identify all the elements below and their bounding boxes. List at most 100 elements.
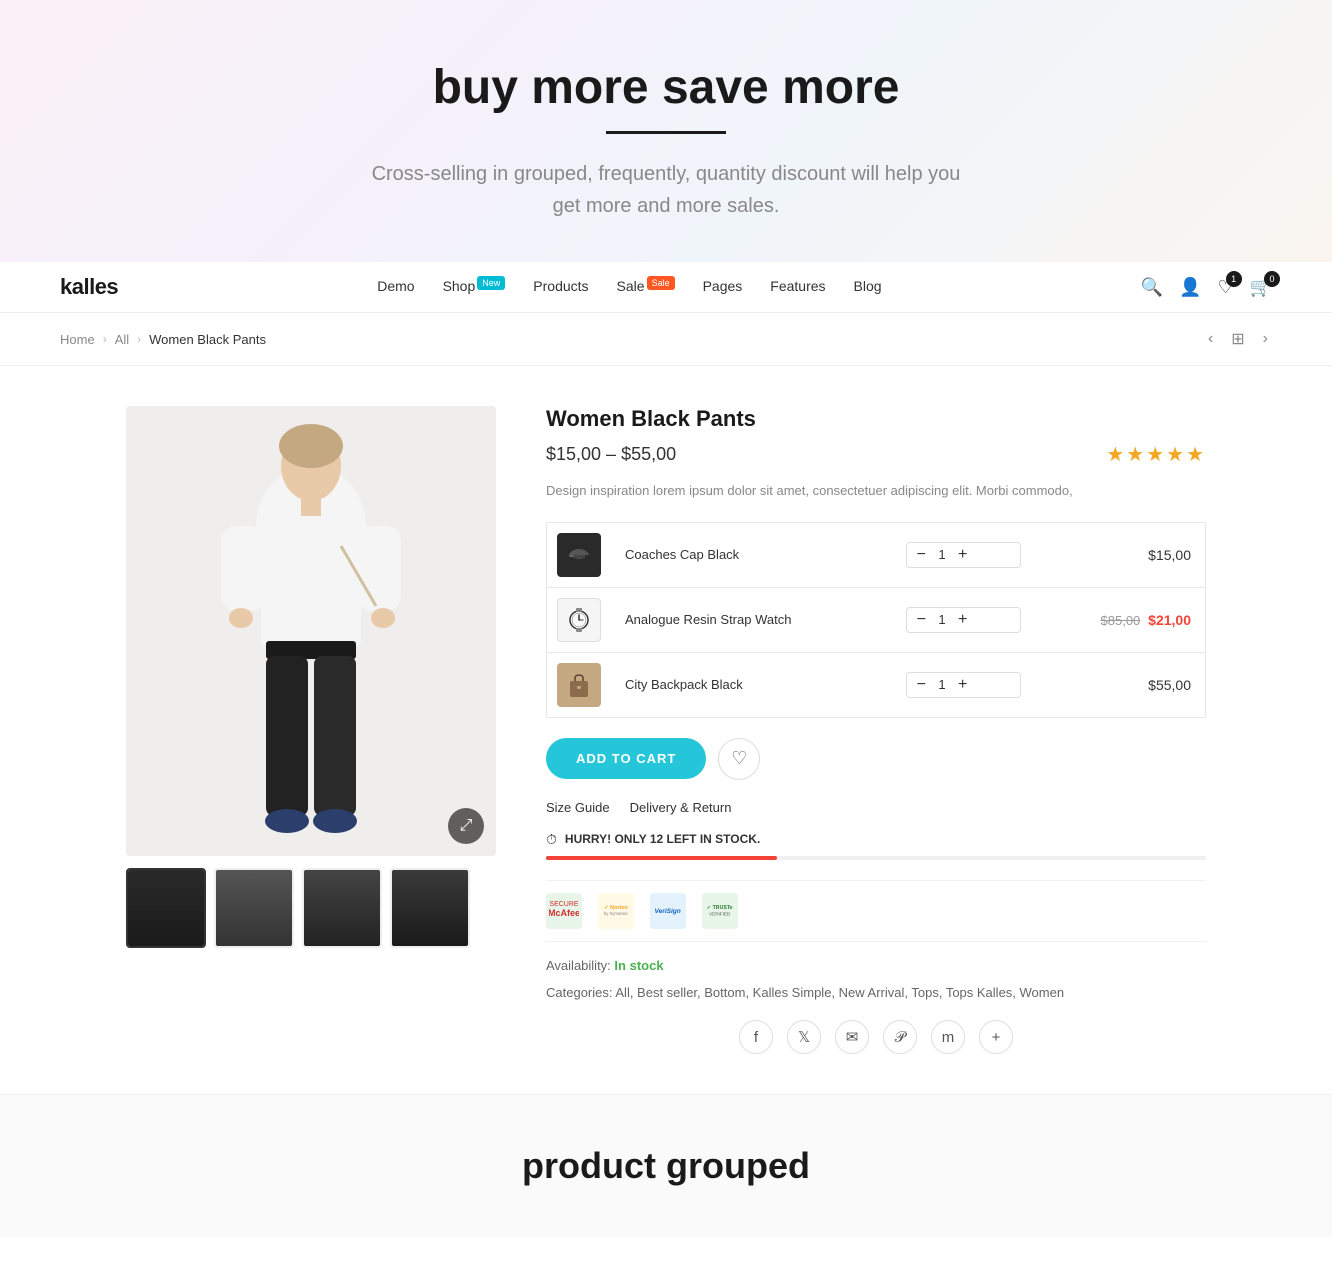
main-product-image: ⤢ bbox=[126, 406, 496, 856]
nav-item-sale[interactable]: SaleSale bbox=[617, 278, 675, 297]
search-icon: 🔍 bbox=[1141, 277, 1163, 297]
nav-link-features[interactable]: Features bbox=[770, 278, 825, 294]
cap-name-cell: Coaches Cap Black bbox=[611, 522, 896, 587]
watch-qty-decrease[interactable]: − bbox=[917, 612, 926, 628]
trust-badges: McAfee SECURE ✓ Norton by Symantec bbox=[546, 880, 1206, 942]
availability-label: Availability: bbox=[546, 958, 611, 973]
nav-link-products[interactable]: Products bbox=[533, 278, 588, 294]
mcafee-badge: McAfee SECURE bbox=[546, 893, 582, 929]
nav-item-features[interactable]: Features bbox=[770, 278, 825, 296]
product-description: Design inspiration lorem ipsum dolor sit… bbox=[546, 481, 1206, 502]
svg-text:✓ Norton: ✓ Norton bbox=[604, 905, 628, 911]
product-section: ⤢ Women Black Pants $15,00 – $55,00 ★★★★… bbox=[66, 366, 1266, 1094]
product-row-watch: Analogue Resin Strap Watch − 1 + $85,00 … bbox=[547, 587, 1206, 652]
thumbnail-4[interactable] bbox=[390, 868, 470, 948]
bag-qty-increase[interactable]: + bbox=[958, 677, 967, 693]
categories-label: Categories: bbox=[546, 985, 612, 1000]
size-guide-link[interactable]: Size Guide bbox=[546, 800, 610, 815]
breadcrumb-grid-button[interactable]: ⊞ bbox=[1227, 325, 1248, 353]
hero-divider bbox=[606, 131, 726, 134]
zoom-icon: ⤢ bbox=[460, 817, 473, 835]
stock-text: HURRY! ONLY 12 LEFT IN STOCK. bbox=[565, 832, 760, 846]
bag-qty-value: 1 bbox=[934, 677, 950, 692]
watch-thumbnail bbox=[557, 598, 601, 642]
add-to-cart-button[interactable]: ADD TO CART bbox=[546, 738, 706, 779]
heart-outline-icon: ♡ bbox=[731, 748, 747, 769]
svg-text:by Symantec: by Symantec bbox=[604, 911, 628, 916]
nav-item-blog[interactable]: Blog bbox=[854, 278, 882, 296]
watch-icon bbox=[565, 606, 593, 634]
categories-list: All, Best seller, Bottom, Kalles Simple,… bbox=[615, 985, 1064, 1000]
nav-link-sale[interactable]: SaleSale bbox=[617, 278, 675, 294]
product-price: $15,00 – $55,00 bbox=[546, 444, 676, 465]
timer-icon: ⏱ bbox=[546, 831, 557, 848]
nav-icons: 🔍 👤 ♡ 1 🛒 0 bbox=[1141, 277, 1272, 298]
search-button[interactable]: 🔍 bbox=[1141, 277, 1163, 298]
cap-qty-decrease[interactable]: − bbox=[917, 547, 926, 563]
bag-price: $55,00 bbox=[1148, 677, 1191, 693]
breadcrumb-all[interactable]: All bbox=[115, 332, 129, 347]
verisign-icon: VeriSign bbox=[650, 893, 686, 929]
nav-item-products[interactable]: Products bbox=[533, 278, 588, 296]
watch-price-cell: $85,00 $21,00 bbox=[1031, 587, 1205, 652]
wishlist-button-product[interactable]: ♡ bbox=[718, 738, 760, 780]
sale-badge: Sale bbox=[647, 276, 675, 290]
nav-item-shop[interactable]: ShopNew bbox=[443, 278, 506, 297]
product-row-bag: City Backpack Black − 1 + $55,00 bbox=[547, 652, 1206, 717]
stock-warning: ⏱ HURRY! ONLY 12 LEFT IN STOCK. bbox=[546, 831, 1206, 848]
thumbnail-3[interactable] bbox=[302, 868, 382, 948]
norton-badge: ✓ Norton by Symantec bbox=[598, 893, 634, 929]
social-share: f 𝕏 ✉ 𝒫 m + bbox=[546, 1020, 1206, 1054]
delivery-return-link[interactable]: Delivery & Return bbox=[630, 800, 732, 815]
thumbnail-1[interactable] bbox=[126, 868, 206, 948]
watch-name: Analogue Resin Strap Watch bbox=[625, 612, 791, 627]
facebook-share-button[interactable]: f bbox=[739, 1020, 773, 1054]
thumbnail-row bbox=[126, 868, 496, 948]
bag-name-cell: City Backpack Black bbox=[611, 652, 896, 717]
cap-qty-value: 1 bbox=[934, 547, 950, 562]
breadcrumb-navigation: ‹ ⊞ › bbox=[1204, 325, 1272, 353]
pinterest-share-button[interactable]: 𝒫 bbox=[883, 1020, 917, 1054]
bag-thumbnail-cell bbox=[547, 652, 612, 717]
cap-name: Coaches Cap Black bbox=[625, 547, 739, 562]
product-title: Women Black Pants bbox=[546, 406, 1206, 432]
breadcrumb-home[interactable]: Home bbox=[60, 332, 95, 347]
breadcrumb-prev-button[interactable]: ‹ bbox=[1204, 326, 1217, 352]
cap-thumbnail bbox=[557, 533, 601, 577]
categories: Categories: All, Best seller, Bottom, Ka… bbox=[546, 981, 1206, 1004]
product-info: Women Black Pants $15,00 – $55,00 ★★★★★ … bbox=[546, 406, 1206, 1054]
messenger-share-button[interactable]: m bbox=[931, 1020, 965, 1054]
star-rating: ★★★★★ bbox=[1106, 442, 1206, 467]
product-price-row: $15,00 – $55,00 ★★★★★ bbox=[546, 442, 1206, 467]
nav-item-pages[interactable]: Pages bbox=[703, 278, 743, 296]
twitter-share-button[interactable]: 𝕏 bbox=[787, 1020, 821, 1054]
bag-name: City Backpack Black bbox=[625, 677, 743, 692]
chevron-right-icon: › bbox=[1263, 330, 1268, 347]
mcafee-icon: McAfee SECURE bbox=[546, 893, 582, 929]
svg-text:✓ TRUSTe: ✓ TRUSTe bbox=[707, 905, 733, 911]
cap-qty-increase[interactable]: + bbox=[958, 547, 967, 563]
wishlist-count: 1 bbox=[1226, 271, 1242, 287]
watch-qty-control: − 1 + bbox=[906, 607, 1022, 633]
breadcrumb-next-button[interactable]: › bbox=[1259, 326, 1272, 352]
watch-price-sale: $21,00 bbox=[1148, 612, 1191, 628]
nav-link-demo[interactable]: Demo bbox=[377, 278, 414, 294]
thumb-img-3 bbox=[304, 870, 380, 946]
more-share-button[interactable]: + bbox=[979, 1020, 1013, 1054]
product-row-cap: Coaches Cap Black − 1 + $15,00 bbox=[547, 522, 1206, 587]
logo[interactable]: kalles bbox=[60, 274, 118, 300]
watch-qty-increase[interactable]: + bbox=[958, 612, 967, 628]
truste-icon: ✓ TRUSTe VERIFIED bbox=[702, 893, 738, 929]
nav-item-demo[interactable]: Demo bbox=[377, 278, 414, 296]
email-share-button[interactable]: ✉ bbox=[835, 1020, 869, 1054]
thumbnail-2[interactable] bbox=[214, 868, 294, 948]
bag-qty-decrease[interactable]: − bbox=[917, 677, 926, 693]
zoom-button[interactable]: ⤢ bbox=[448, 808, 484, 844]
cart-button[interactable]: 🛒 0 bbox=[1250, 277, 1272, 298]
nav-link-pages[interactable]: Pages bbox=[703, 278, 743, 294]
wishlist-button[interactable]: ♡ 1 bbox=[1217, 277, 1233, 298]
nav-link-shop[interactable]: ShopNew bbox=[443, 278, 506, 294]
hero-subtitle: Cross-selling in grouped, frequently, qu… bbox=[366, 158, 966, 222]
account-button[interactable]: 👤 bbox=[1179, 277, 1201, 298]
nav-link-blog[interactable]: Blog bbox=[854, 278, 882, 294]
